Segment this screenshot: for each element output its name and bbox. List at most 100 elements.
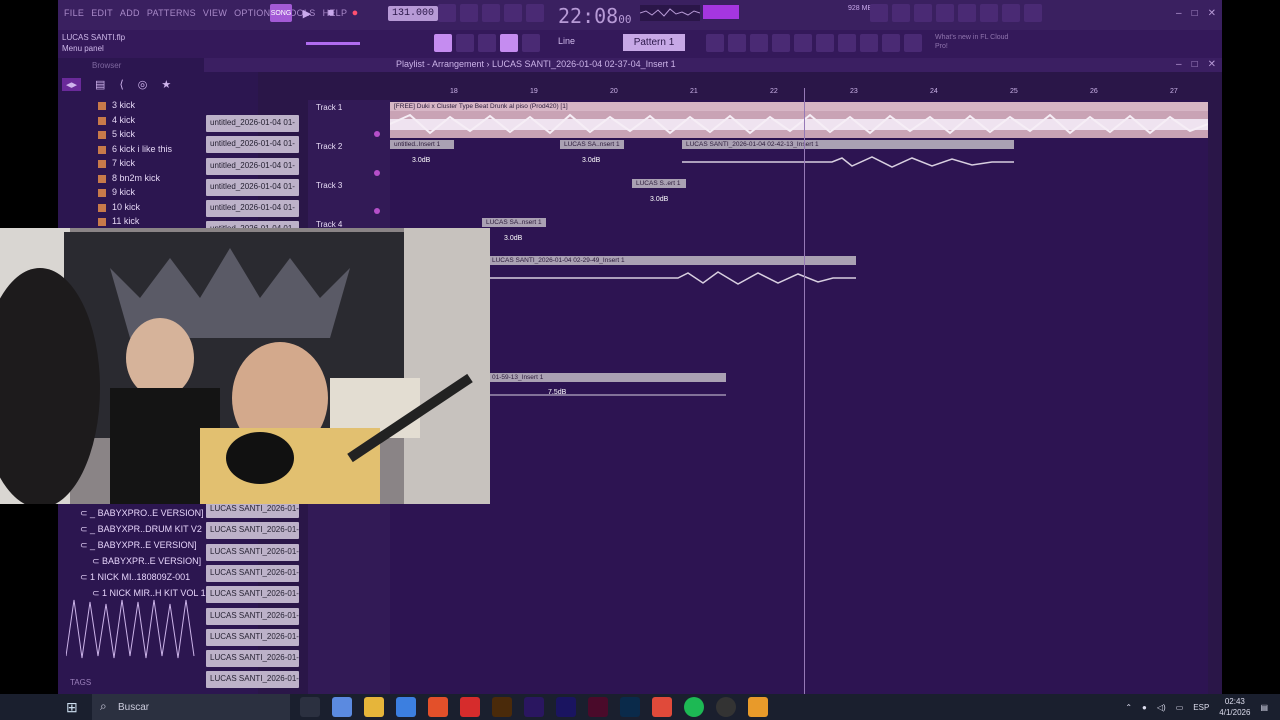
menu-edit[interactable]: EDIT [91,8,113,18]
obs-icon[interactable] [716,697,736,717]
audio-clip[interactable]: LUCAS SANTI_2026-01-04 02-42-13_Insert 1 [682,140,1014,174]
loop-record-icon[interactable] [526,4,544,22]
premiere-icon[interactable] [524,697,544,717]
audio-clip[interactable]: LUCAS SA..nsert 1 3.0dB [482,218,546,252]
link-icon[interactable] [500,34,518,52]
brave-icon[interactable] [428,697,448,717]
snap-mode-select[interactable]: Line [558,36,575,46]
illustrator-icon[interactable] [492,697,512,717]
track-mute-dot[interactable] [374,131,380,137]
browser-icon[interactable] [750,34,768,52]
chat-icon[interactable] [1002,4,1020,22]
track-mute-dot[interactable] [374,170,380,176]
countdown-icon[interactable] [482,4,500,22]
channel-button[interactable]: LUCAS SANTI_2026-01-04... [206,522,299,539]
audio-clip[interactable]: 01-59-13_Insert 1 7.5dB [488,373,726,407]
microphone-icon[interactable] [914,4,932,22]
playhead-marker[interactable] [804,88,805,694]
touch-icon[interactable] [882,34,900,52]
channel-button[interactable]: LUCAS SANTI_2026-01-04... [206,671,299,688]
metronome-icon[interactable] [438,4,456,22]
fl-studio-icon[interactable] [748,697,768,717]
channel-button[interactable]: LUCAS SANTI_2026-01-04... [206,565,299,582]
after-effects-icon[interactable] [556,697,576,717]
power-icon[interactable] [870,4,888,22]
play-icon[interactable]: ▶ [298,4,316,22]
language-indicator[interactable]: ESP [1193,703,1209,712]
menu-add[interactable]: ADD [120,8,140,18]
volume-icon[interactable]: ◁) [1157,703,1166,712]
piano-roll-icon[interactable] [434,34,452,52]
channel-button[interactable]: untitled_2026-01-04 01- [206,200,299,217]
scissors-icon[interactable] [892,4,910,22]
tempo-tap-icon[interactable] [794,34,812,52]
download-icon[interactable] [1024,4,1042,22]
playlist-close-icon[interactable]: ✕ [1208,59,1216,70]
browser-item[interactable]: 10 kick [98,202,140,212]
browser-item[interactable]: 11 kick [98,216,139,226]
browser-all-icon[interactable]: ◂▸ [62,78,82,91]
browser-item[interactable]: 5 kick [98,129,135,139]
news-ticker[interactable]: What's new in FL Cloud Pro! [935,33,1015,51]
playlist-lanes[interactable]: [FREE] Duki x Cluster Type Beat Drunk al… [389,100,1209,694]
taskbar-search[interactable]: ⌕ Buscar [92,694,290,720]
channel-button[interactable]: untitled_2026-01-04 01- [206,136,299,153]
browser-item[interactable]: 8 bn2m kick [98,173,160,183]
menu-patterns[interactable]: PATTERNS [147,8,196,18]
task-view-icon[interactable] [300,697,320,717]
channel-button[interactable]: LUCAS SANTI_2026-01-04... [206,586,299,603]
copilot-icon[interactable] [332,697,352,717]
browser-folder[interactable]: ⊂ _ BABYXPR..E VERSION] [80,540,197,551]
playlist-minimize-icon[interactable]: – [1176,59,1182,70]
browser-item[interactable]: 9 kick [98,187,135,197]
tempo-display[interactable]: 131.000 [388,6,439,21]
audio-clip[interactable]: LUCAS SANTI_2026-01-04 02-29-49_Insert 1 [488,256,856,290]
track-name[interactable]: Track 1 [316,103,342,112]
browser-item[interactable]: 3 kick [98,100,135,110]
channel-button[interactable]: LUCAS SANTI_2026-01-04... [206,608,299,625]
file-explorer-icon[interactable] [364,697,384,717]
tags-label[interactable]: TAGS [70,678,91,687]
pattern-selector[interactable]: Pattern 1 [623,34,685,51]
channel-button[interactable]: untitled_2026-01-04 01- [206,115,299,132]
network-icon[interactable]: ▭ [1176,703,1184,712]
project-info-icon[interactable] [838,34,856,52]
playlist-icon[interactable] [456,34,474,52]
browser-db-icon[interactable]: ◎ [138,78,148,91]
spotify-icon[interactable] [684,697,704,717]
browser-files-icon[interactable]: ▤ [95,78,105,91]
stamp-icon[interactable] [522,34,540,52]
typing-keyboard-icon[interactable] [816,34,834,52]
notifications-icon[interactable]: ▤ [1260,703,1268,712]
microphone-tray-icon[interactable]: ● [1142,703,1147,712]
browser-folder[interactable]: ⊂ _ BABYXPR..DRUM KIT V2 [80,524,202,535]
channel-rack-icon[interactable] [706,34,724,52]
browser-folder[interactable]: ⊂ _ BABYXPRO..E VERSION] [80,508,204,519]
audio-clip[interactable]: LUCAS S..ert 1 3.0dB [632,179,686,213]
channel-button[interactable]: untitled_2026-01-04 01- [206,158,299,175]
wait-input-icon[interactable] [460,4,478,22]
plugin-icon[interactable] [980,4,998,22]
browser-folder[interactable]: ⊂ BABYXPR..E VERSION] [92,556,201,567]
pattern-song-toggle[interactable]: SONG [270,4,292,22]
record-icon[interactable]: ● [346,4,364,22]
menu-file[interactable]: FILE [64,8,84,18]
track-mute-dot[interactable] [374,208,380,214]
track-name[interactable]: Track 3 [316,181,342,190]
playlist-maximize-icon[interactable]: □ [1192,59,1198,70]
plugin-picker-icon[interactable] [772,34,790,52]
maximize-icon[interactable]: □ [1192,8,1198,19]
save-icon[interactable] [958,4,976,22]
browser-folder[interactable]: ⊂ 1 NICK MI..180809Z-001 [80,572,190,583]
audio-clip[interactable]: untitled..Insert 1 3.0dB [390,140,454,174]
tray-chevron-icon[interactable]: ⌃ [1125,703,1132,712]
audio-clip[interactable]: [FREE] Duki x Cluster Type Beat Drunk al… [389,102,1209,138]
close-icon[interactable]: ✕ [1208,8,1216,19]
audio-clip[interactable]: LUCAS SA..nsert 1 3.0dB [560,140,624,174]
menu-view[interactable]: VIEW [203,8,227,18]
song-position-clock[interactable]: 22:0800 [558,4,631,28]
channel-button[interactable]: LUCAS SANTI_2026-01-04... [206,629,299,646]
timeline-ruler[interactable]: 18 19 20 21 22 23 24 25 26 27 [390,88,1208,100]
store-icon[interactable] [396,697,416,717]
lightroom-icon[interactable] [620,697,640,717]
